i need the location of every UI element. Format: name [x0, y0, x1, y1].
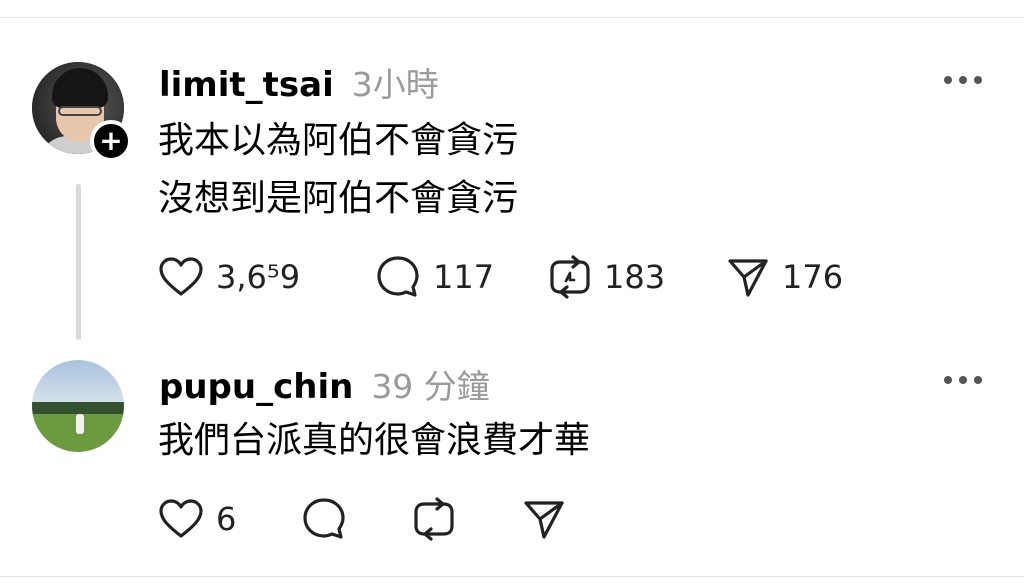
more-icon[interactable] — [944, 76, 982, 86]
comment-icon — [303, 498, 345, 539]
share-count: 176 — [782, 258, 844, 296]
post: pupu_chin 39 分鐘 我們台派真的很會浪費才華 6 — [0, 360, 1024, 560]
avatar[interactable] — [32, 360, 124, 452]
follow-button[interactable]: + — [90, 120, 132, 162]
share-button[interactable]: 176 — [726, 253, 843, 301]
repost-icon — [550, 255, 590, 299]
like-count: 6 — [216, 500, 237, 538]
like-button[interactable]: 6 — [158, 495, 236, 543]
post-header: limit_tsai 3小時 — [159, 58, 439, 105]
reply-count: 117 — [433, 258, 495, 296]
repost-button[interactable]: 183 — [548, 253, 665, 301]
bottom-divider — [0, 576, 1024, 583]
post-text-line: 沒想到是阿伯不會貪污 — [158, 178, 519, 219]
reply-button[interactable]: 117 — [375, 253, 494, 301]
timestamp: 3小時 — [351, 65, 439, 104]
repost-count: 183 — [604, 258, 666, 296]
reply-button[interactable] — [301, 495, 347, 543]
like-count: 3,6⁵9 — [216, 258, 301, 296]
post-text: 我們台派真的很會浪費才華 — [158, 412, 590, 470]
heart-icon — [159, 499, 203, 538]
repost-button[interactable] — [412, 495, 456, 543]
comment-icon — [377, 256, 419, 297]
threads-feed: + limit_tsai 3小時 我本以為阿伯不會貪污 沒想到是阿伯不會貪污 3… — [0, 0, 1024, 583]
send-icon — [524, 501, 564, 539]
like-button[interactable]: 3,6⁵9 — [158, 253, 300, 301]
username[interactable]: limit_tsai — [159, 65, 334, 105]
heart-icon — [159, 257, 203, 296]
repost-icon — [414, 497, 454, 541]
top-divider — [0, 0, 1024, 18]
post-text: 我本以為阿伯不會貪污 沒想到是阿伯不會貪污 — [158, 112, 518, 228]
share-button[interactable] — [522, 495, 566, 543]
username[interactable]: pupu_chin — [159, 367, 353, 407]
post-header: pupu_chin 39 分鐘 — [159, 360, 490, 407]
post-text-line: 我本以為阿伯不會貪污 — [158, 120, 519, 161]
timestamp: 39 分鐘 — [371, 367, 490, 406]
send-icon — [728, 259, 768, 297]
more-icon[interactable] — [944, 376, 982, 386]
thread-connector-line — [76, 184, 81, 340]
post: + limit_tsai 3小時 我本以為阿伯不會貪污 沒想到是阿伯不會貪污 3… — [0, 58, 1024, 348]
post-text-line: 我們台派真的很會浪費才華 — [158, 420, 591, 461]
